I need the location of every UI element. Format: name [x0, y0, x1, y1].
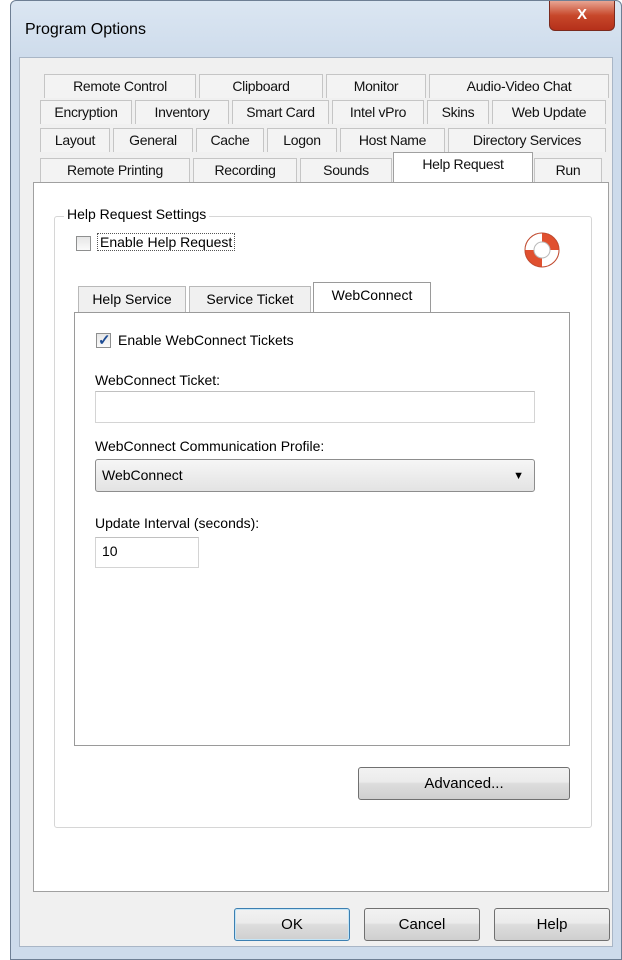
tab-run[interactable]: Run — [534, 158, 602, 182]
tab-layout[interactable]: Layout — [40, 128, 110, 152]
chevron-down-icon: ▼ — [513, 470, 524, 482]
window-title: Program Options — [25, 21, 146, 38]
tab-general[interactable]: General — [113, 128, 193, 152]
tab-host-name[interactable]: Host Name — [340, 128, 445, 152]
tab-sounds[interactable]: Sounds — [300, 158, 392, 182]
webconnect-ticket-input[interactable] — [95, 391, 535, 423]
tab-directory-services[interactable]: Directory Services — [448, 128, 606, 152]
tab-encryption[interactable]: Encryption — [40, 100, 132, 124]
tab-monitor[interactable]: Monitor — [326, 74, 426, 98]
tab-intel-vpro[interactable]: Intel vPro — [332, 100, 424, 124]
tab-smart-card[interactable]: Smart Card — [232, 100, 329, 124]
tab-cache[interactable]: Cache — [196, 128, 264, 152]
communication-profile-value: WebConnect — [102, 467, 183, 483]
enable-help-request-label[interactable]: Enable Help Request — [97, 233, 236, 251]
tab-service-ticket[interactable]: Service Ticket — [189, 286, 311, 312]
tab-remote-printing[interactable]: Remote Printing — [40, 158, 190, 182]
cancel-button[interactable]: Cancel — [364, 908, 480, 941]
tab-inventory[interactable]: Inventory — [135, 100, 229, 124]
tab-audio-video-chat[interactable]: Audio-Video Chat — [429, 74, 609, 98]
tab-recording[interactable]: Recording — [193, 158, 297, 182]
tab-clipboard[interactable]: Clipboard — [199, 74, 323, 98]
tab-help-service[interactable]: Help Service — [78, 286, 186, 312]
help-button[interactable]: Help — [494, 908, 610, 941]
enable-webconnect-tickets-label: Enable WebConnect Tickets — [118, 332, 294, 348]
advanced-button[interactable]: Advanced... — [358, 767, 570, 800]
close-button[interactable]: X — [549, 1, 615, 31]
webconnect-ticket-label: WebConnect Ticket: — [95, 372, 221, 388]
tab-skins[interactable]: Skins — [427, 100, 489, 124]
communication-profile-label: WebConnect Communication Profile: — [95, 438, 325, 454]
communication-profile-select[interactable]: WebConnect ▼ — [95, 459, 535, 492]
enable-help-request-checkbox[interactable] — [76, 236, 91, 251]
tab-remote-control[interactable]: Remote Control — [44, 74, 196, 98]
tab-help-request[interactable]: Help Request — [393, 152, 533, 182]
enable-webconnect-tickets-checkbox[interactable] — [96, 331, 111, 349]
update-interval-label: Update Interval (seconds): — [95, 515, 260, 531]
tab-web-update[interactable]: Web Update — [492, 100, 606, 124]
tab-logon[interactable]: Logon — [267, 128, 337, 152]
lifebuoy-icon — [524, 232, 560, 268]
group-label: Help Request Settings — [64, 206, 210, 222]
ok-button[interactable]: OK — [234, 908, 350, 941]
update-interval-input[interactable]: 10 — [95, 537, 199, 568]
tab-webconnect[interactable]: WebConnect — [313, 282, 431, 312]
